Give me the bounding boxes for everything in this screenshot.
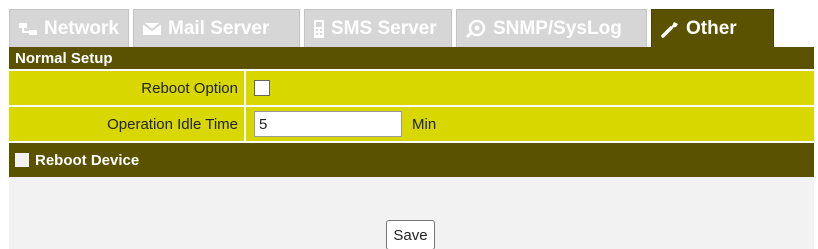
idle-time-label: Operation Idle Time: [9, 107, 246, 141]
settings-tab-bar: Network Mail Server SMS Server SNMP/SysL…: [9, 9, 779, 47]
tab-other[interactable]: Other: [651, 9, 774, 47]
save-button[interactable]: Save: [386, 220, 435, 249]
phone-icon: [313, 19, 325, 39]
expand-square-icon: [15, 153, 29, 167]
reboot-option-row: Reboot Option: [9, 69, 814, 105]
tab-sms-server[interactable]: SMS Server: [304, 9, 452, 47]
tab-sms-server-label: SMS Server: [331, 17, 437, 39]
network-icon: [18, 21, 38, 37]
idle-time-row: Operation Idle Time Min: [9, 105, 814, 141]
tab-snmp-syslog-label: SNMP/SysLog: [493, 17, 622, 39]
tab-network[interactable]: Network: [9, 9, 129, 47]
reboot-device-title: Reboot Device: [35, 151, 140, 169]
tab-snmp-syslog[interactable]: SNMP/SysLog: [456, 9, 647, 47]
form-footer: Save: [9, 177, 814, 249]
snmp-icon: [465, 19, 487, 39]
tab-network-label: Network: [44, 17, 119, 39]
idle-time-input[interactable]: [254, 111, 402, 137]
tab-other-label: Other: [686, 17, 737, 39]
normal-setup-title: Normal Setup: [15, 49, 113, 67]
tab-mail-server-label: Mail Server: [168, 17, 270, 39]
wrench-icon: [660, 19, 680, 39]
idle-time-unit: Min: [412, 115, 437, 133]
settings-panel: Normal Setup Reboot Option Operation Idl…: [9, 47, 814, 249]
reboot-option-label: Reboot Option: [9, 71, 246, 105]
envelope-icon: [142, 21, 162, 36]
tab-mail-server[interactable]: Mail Server: [133, 9, 300, 47]
normal-setup-header: Normal Setup: [9, 47, 814, 69]
reboot-device-header[interactable]: Reboot Device: [9, 143, 814, 177]
reboot-option-checkbox[interactable]: [254, 80, 270, 96]
